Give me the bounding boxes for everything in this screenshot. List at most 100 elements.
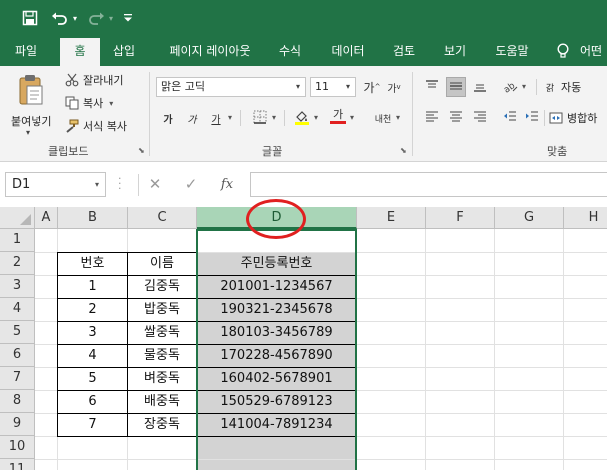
orientation-dropdown-icon[interactable]: ▾: [522, 82, 526, 91]
column-header-h[interactable]: H: [564, 207, 607, 229]
clipboard-group-label: 클립보드: [48, 145, 89, 158]
align-left-button[interactable]: [422, 108, 442, 128]
undo-icon[interactable]: [50, 8, 70, 28]
tab-review[interactable]: 검토: [384, 36, 424, 66]
paste-button[interactable]: 붙여넣기 ▾: [6, 72, 56, 138]
insert-function-button[interactable]: fx: [216, 174, 238, 194]
table-header-number[interactable]: 번호: [58, 252, 127, 275]
format-painter-button[interactable]: 서식 복사: [64, 116, 127, 136]
row-header-8[interactable]: 8: [0, 390, 35, 413]
table-cell[interactable]: 1: [58, 275, 127, 298]
table-cell[interactable]: 벼중독: [128, 367, 196, 390]
italic-button[interactable]: 가: [182, 108, 202, 128]
column-header-f[interactable]: F: [426, 207, 495, 229]
cut-button[interactable]: 잘라내기: [64, 70, 123, 90]
tab-data[interactable]: 데이터: [322, 36, 374, 66]
align-bottom-button[interactable]: [470, 77, 490, 97]
align-top-button[interactable]: [422, 77, 442, 97]
tell-me-search[interactable]: 어떤: [580, 36, 607, 66]
tab-file[interactable]: 파일: [6, 36, 46, 66]
merge-center-button[interactable]: 병합하: [548, 108, 597, 128]
row-header-1[interactable]: 1: [0, 229, 35, 252]
row-header-10[interactable]: 10: [0, 436, 35, 459]
align-middle-button[interactable]: [446, 77, 466, 97]
table-cell[interactable]: 밥중독: [128, 298, 196, 321]
table-header-name[interactable]: 이름: [128, 252, 196, 275]
clipboard-dialog-launcher-icon[interactable]: ⬊: [138, 146, 147, 155]
table-cell[interactable]: 7: [58, 413, 127, 436]
column-header-g[interactable]: G: [495, 207, 564, 229]
column-header-a[interactable]: A: [35, 207, 58, 229]
underline-dropdown-icon[interactable]: ▾: [228, 113, 232, 122]
gridline: [425, 229, 426, 470]
row-header-9[interactable]: 9: [0, 413, 35, 436]
formula-bar-splitter-icon[interactable]: · · ·: [118, 173, 122, 194]
borders-button[interactable]: [250, 108, 270, 128]
save-icon[interactable]: [20, 8, 40, 28]
tab-home[interactable]: 홈: [60, 38, 100, 66]
worksheet-grid[interactable]: A B C D E F G H 1 2 3 4 5 6 7 8 9 10 11 …: [0, 207, 607, 470]
row-header-2[interactable]: 2: [0, 252, 35, 275]
font-name-combo[interactable]: 맑은 고딕 ▾: [156, 77, 306, 97]
table-cell[interactable]: 6: [58, 390, 127, 413]
column-header-b[interactable]: B: [58, 207, 128, 229]
copy-dropdown-icon[interactable]: ▾: [109, 99, 113, 108]
table-cell[interactable]: 쌀중독: [128, 321, 196, 344]
table-cell[interactable]: 2: [58, 298, 127, 321]
italic-label: 가: [187, 114, 197, 126]
wrap-text-button[interactable]: 갉 자동: [542, 77, 581, 97]
orientation-button[interactable]: ab: [500, 77, 520, 97]
decrease-indent-button[interactable]: [500, 108, 520, 128]
font-size-combo[interactable]: 11 ▾: [310, 77, 356, 97]
name-box-dropdown-icon[interactable]: ▾: [95, 173, 99, 196]
row-header-3[interactable]: 3: [0, 275, 35, 298]
phonetic-dropdown-icon[interactable]: ▾: [396, 113, 400, 122]
name-box[interactable]: D1 ▾: [5, 172, 106, 197]
row-header-4[interactable]: 4: [0, 298, 35, 321]
table-cell[interactable]: 장중독: [128, 413, 196, 436]
tab-formulas[interactable]: 수식: [270, 36, 310, 66]
tab-view[interactable]: 보기: [435, 36, 475, 66]
table-cell[interactable]: 물중독: [128, 344, 196, 367]
table-cell[interactable]: 4: [58, 344, 127, 367]
customize-qat-icon[interactable]: [122, 8, 134, 28]
column-header-c[interactable]: C: [128, 207, 197, 229]
font-color-button[interactable]: 가: [328, 106, 348, 126]
bold-button[interactable]: 가: [158, 108, 178, 128]
increase-indent-button[interactable]: [522, 108, 542, 128]
font-color-dropdown-icon[interactable]: ▾: [350, 113, 354, 122]
font-dialog-launcher-icon[interactable]: ⬊: [400, 146, 409, 155]
paste-dropdown-icon[interactable]: ▾: [26, 128, 30, 137]
font-size-dropdown-icon[interactable]: ▾: [341, 78, 355, 96]
shrink-font-label: 가: [387, 83, 397, 95]
column-header-e[interactable]: E: [357, 207, 426, 229]
borders-dropdown-icon[interactable]: ▾: [272, 113, 276, 122]
copy-button[interactable]: 복사 ▾: [64, 93, 113, 113]
tab-insert[interactable]: 삽입: [104, 36, 144, 66]
align-center-button[interactable]: [446, 108, 466, 128]
align-right-button[interactable]: [470, 108, 490, 128]
row-header-6[interactable]: 6: [0, 344, 35, 367]
tab-help[interactable]: 도움말: [486, 36, 538, 66]
undo-dropdown-icon[interactable]: ▾: [70, 8, 80, 28]
underline-button[interactable]: 가: [206, 108, 226, 128]
select-all-button[interactable]: [0, 207, 35, 229]
table-cell[interactable]: 5: [58, 367, 127, 390]
formula-input[interactable]: [250, 172, 607, 197]
fill-color-dropdown-icon[interactable]: ▾: [314, 113, 318, 122]
wrap-text-icon: 갉: [545, 83, 555, 94]
phonetic-button[interactable]: 내천: [370, 108, 396, 128]
shrink-font-button[interactable]: 가v: [384, 77, 404, 97]
align-middle-icon: [449, 79, 463, 96]
lightbulb-icon[interactable]: [556, 43, 570, 59]
row-header-11[interactable]: 11: [0, 459, 35, 470]
table-cell[interactable]: 김중독: [128, 275, 196, 298]
fill-color-button[interactable]: [292, 108, 312, 128]
row-header-7[interactable]: 7: [0, 367, 35, 390]
table-cell[interactable]: 배중독: [128, 390, 196, 413]
row-header-5[interactable]: 5: [0, 321, 35, 344]
font-name-dropdown-icon[interactable]: ▾: [291, 78, 305, 96]
grow-font-button[interactable]: 가 ^: [362, 77, 382, 97]
tab-page-layout[interactable]: 페이지 레이아웃: [155, 36, 265, 66]
table-cell[interactable]: 3: [58, 321, 127, 344]
